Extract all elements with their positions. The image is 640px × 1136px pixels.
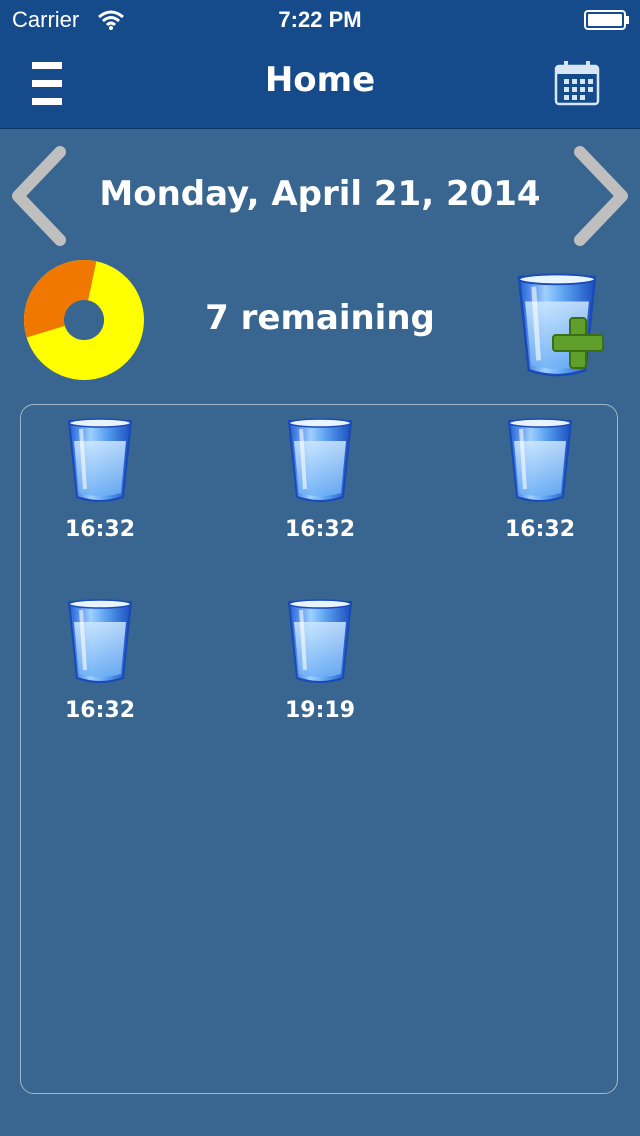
navigation-bar: Home [0, 40, 640, 129]
glass-entry[interactable]: 16:32 [480, 417, 600, 557]
glass-time: 16:32 [284, 517, 356, 542]
water-glass-icon [285, 417, 355, 505]
glass-log-panel: 16:32 16:32 16:32 16:32 19:19 [20, 404, 618, 1094]
glass-time: 16:32 [64, 517, 136, 542]
water-glass-icon [65, 598, 135, 686]
date-label: Monday, April 21, 2014 [99, 174, 541, 214]
calendar-icon[interactable] [554, 60, 600, 106]
glass-entry[interactable]: 16:32 [260, 417, 380, 557]
glass-time: 16:32 [64, 698, 136, 723]
status-time: 7:22 PM [278, 7, 362, 32]
glass-entry[interactable]: 19:19 [260, 598, 380, 738]
glass-entry[interactable]: 16:32 [40, 598, 160, 738]
previous-day-chevron-icon[interactable] [8, 146, 68, 246]
water-glass-icon [505, 417, 575, 505]
status-bar: Carrier 7:22 PM [0, 0, 640, 40]
glass-entry[interactable]: 16:32 [40, 417, 160, 557]
add-glass-button[interactable] [514, 272, 614, 382]
water-glass-icon [65, 417, 135, 505]
battery-icon [584, 10, 629, 30]
water-glass-icon [285, 598, 355, 686]
page-title: Home [264, 60, 376, 100]
progress-donut-chart [24, 260, 144, 380]
remaining-count: 7 remaining [205, 298, 435, 338]
glass-time: 19:19 [284, 698, 356, 723]
glass-time: 16:32 [504, 517, 576, 542]
next-day-chevron-icon[interactable] [572, 146, 632, 246]
